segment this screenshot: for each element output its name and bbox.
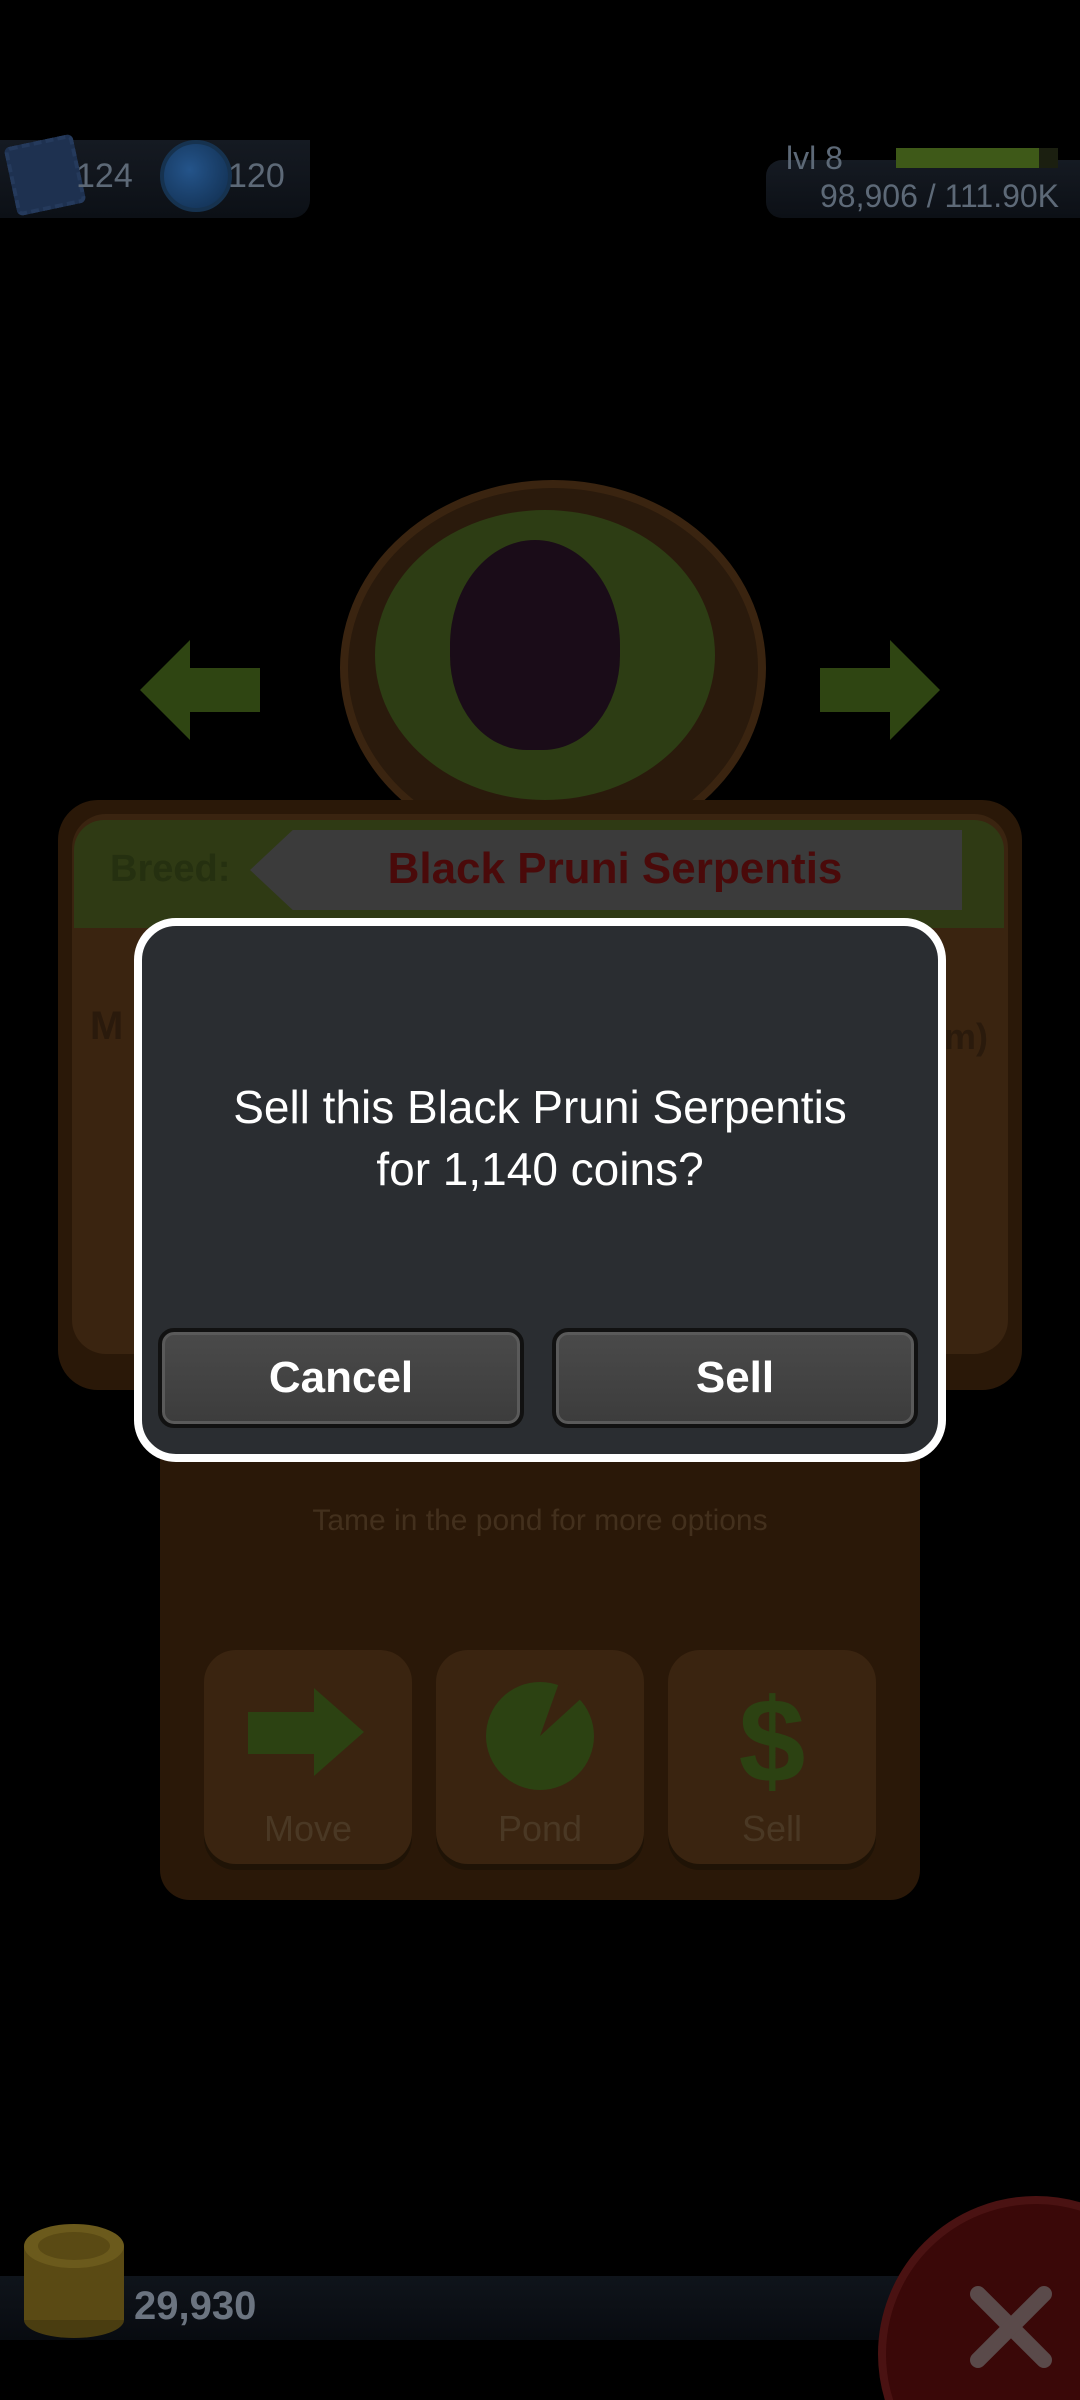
potion-icon — [160, 140, 232, 212]
xp-bar-fill — [896, 148, 1039, 168]
move-arrow-icon — [248, 1688, 364, 1776]
sell-confirm-button[interactable]: Sell — [552, 1328, 918, 1428]
move-button[interactable]: Move — [204, 1650, 412, 1864]
dollar-icon: $ — [739, 1674, 806, 1800]
stat-label-partial: M — [90, 1004, 124, 1048]
coin-stack-icon — [24, 2224, 124, 2338]
game-screen: 124 120 lvl 8 98,906 / 111.90K Breed: Bl… — [0, 0, 1080, 2400]
dialog-message: Sell this Black Pruni Serpentis for 1,14… — [160, 1076, 920, 1200]
svg-text:$: $ — [739, 1674, 806, 1800]
sell-action-button[interactable]: $ Sell — [668, 1650, 876, 1864]
pond-button[interactable]: Pond — [436, 1650, 644, 1864]
sell-action-label: Sell — [741, 1808, 803, 1849]
close-icon[interactable] — [966, 2282, 1056, 2372]
stamps-count: 124 — [76, 157, 133, 195]
dialog-message-line1: Sell this Black Pruni Serpentis — [233, 1081, 847, 1133]
next-arrow-icon[interactable] — [820, 640, 940, 740]
breed-name: Black Pruni Serpentis — [387, 844, 843, 893]
cancel-button[interactable]: Cancel — [158, 1328, 524, 1428]
coin-count: 29,930 — [134, 2284, 257, 2328]
potions-count: 120 — [228, 157, 285, 195]
pond-label: Pond — [497, 1808, 583, 1849]
xp-bar — [896, 148, 1058, 168]
move-label: Move — [263, 1808, 353, 1849]
xp-text: 98,906 / 111.90K — [820, 178, 1060, 214]
dialog-message-line2: for 1,140 coins? — [376, 1143, 704, 1195]
lilypad-icon — [486, 1680, 594, 1790]
previous-arrow-icon[interactable] — [140, 640, 260, 740]
level-label: lvl 8 — [786, 140, 843, 176]
frog-image — [450, 540, 620, 750]
stat-value-partial: m) — [944, 1016, 988, 1057]
stamp-icon — [3, 133, 87, 217]
breed-label: Breed: — [110, 848, 231, 890]
tame-hint: Tame in the pond for more options — [312, 1504, 768, 1537]
